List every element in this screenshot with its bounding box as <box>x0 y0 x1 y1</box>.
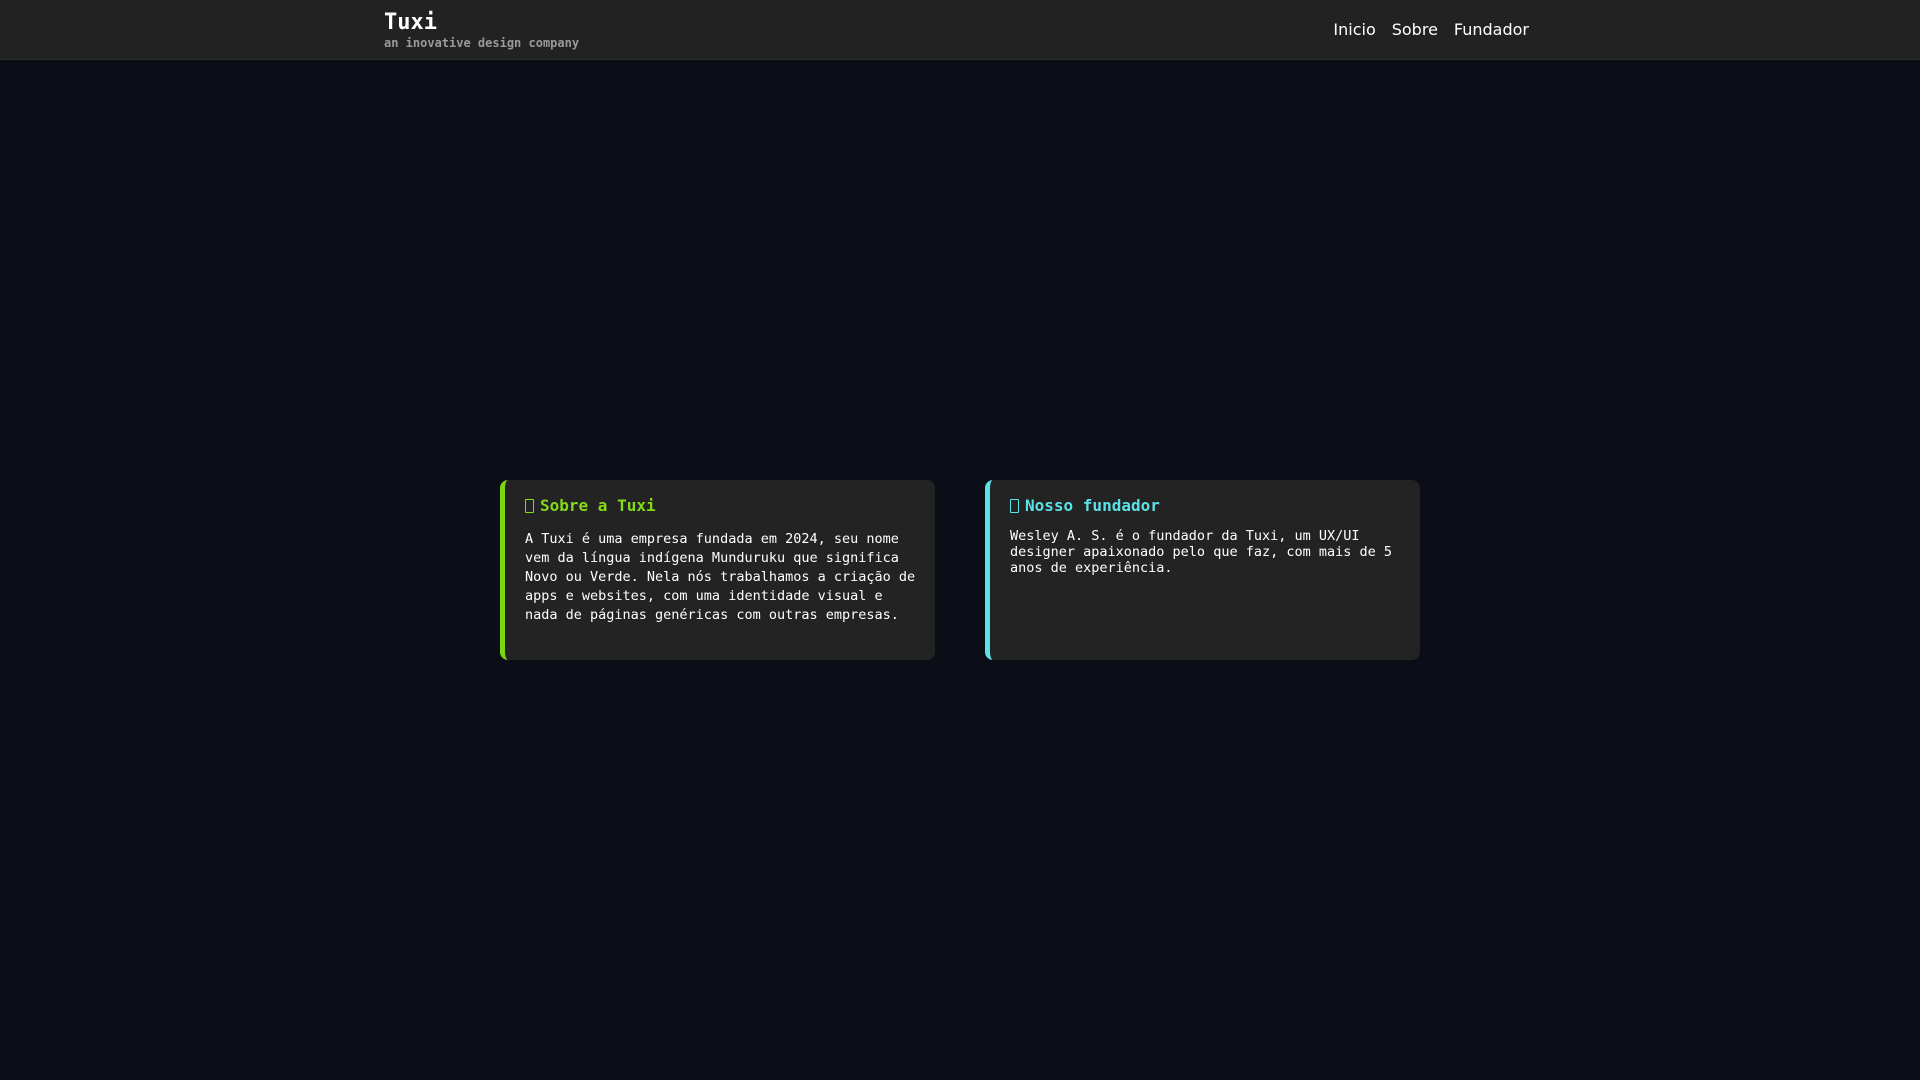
brand[interactable]: Tuxi an inovative design company <box>384 10 579 50</box>
brand-tagline: an inovative design company <box>384 36 580 50</box>
brand-title: Tuxi <box>384 10 437 35</box>
founder-card-title-text: Nosso fundador <box>1025 496 1160 515</box>
about-card-title-text: Sobre a Tuxi <box>540 496 656 515</box>
about-card-text: A Tuxi é uma empresa fundada em 2024, se… <box>525 531 916 623</box>
founder-card: Nosso fundador Wesley A. S. é o fundador… <box>985 480 1420 660</box>
info-icon <box>525 499 534 513</box>
founder-card-title: Nosso fundador <box>1010 496 1404 516</box>
about-card: Sobre a Tuxi A Tuxi é uma empresa fundad… <box>500 480 935 660</box>
user-icon <box>1010 499 1019 513</box>
nav-link-inicio[interactable]: Inicio <box>1333 20 1375 40</box>
founder-card-text: Wesley A. S. é o fundador da Tuxi, um UX… <box>1010 528 1393 576</box>
main-nav: Inicio Sobre Fundador <box>1333 20 1529 40</box>
nav-link-sobre[interactable]: Sobre <box>1392 20 1438 40</box>
nav-link-fundador[interactable]: Fundador <box>1454 20 1529 40</box>
about-card-title: Sobre a Tuxi <box>525 496 919 516</box>
top-bar: Tuxi an inovative design company Inicio … <box>0 0 1920 60</box>
